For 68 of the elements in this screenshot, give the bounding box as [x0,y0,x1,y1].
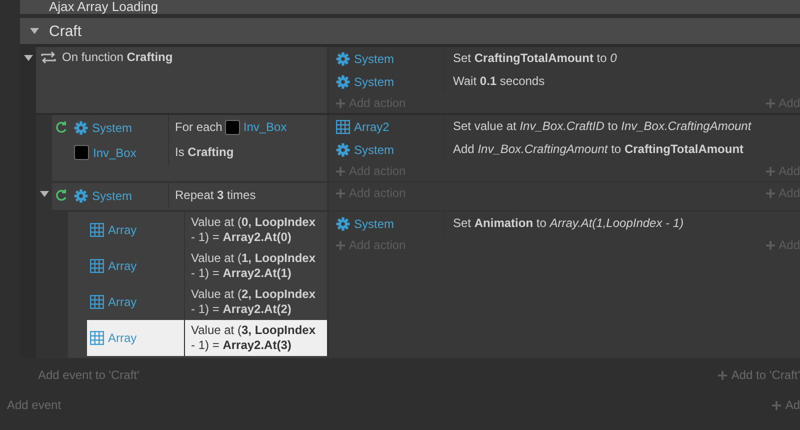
condition-row[interactable]: Array Value at (3, LoopIndex - 1) = Array2.At(3) [87,320,327,356]
condition-text: Value at (0, LoopIndex - 1) = Array2.At(0) [191,215,317,245]
plus-icon [718,370,728,380]
collapse-caret-icon[interactable] [24,54,32,63]
condition-row[interactable]: Array Value at (1, LoopIndex - 1) = Array2.At(1) [87,248,327,284]
object-name: System [354,74,394,88]
gear-icon [336,216,350,230]
group-header[interactable]: Ajax Array Loading [20,0,800,14]
condition-text: Repeat 3 times [175,188,256,203]
object-name: System [354,52,394,66]
object-name: Inv_Box [93,146,136,160]
action-text: Set CraftingTotalAmount to 0 [452,50,617,67]
action-row[interactable]: System Wait 0.1 seconds [329,70,800,93]
object-name: System [92,120,132,134]
sprite-icon [225,120,240,135]
collapse-caret-icon[interactable] [40,190,48,199]
action-text: Set Animation to Array.At(1,LoopIndex - 1) [452,215,684,232]
group-header[interactable]: Craft [20,18,800,44]
collapse-caret-icon[interactable] [30,26,39,36]
action-text: Wait 0.1 seconds [452,73,545,90]
object-name: Array [108,331,137,345]
grid-icon [90,295,104,309]
gear-icon [74,188,88,202]
plus-icon [336,98,345,108]
object-name: Array [108,295,137,309]
object-name: Array [108,259,137,273]
group-title: Ajax Array Loading [49,0,158,14]
sprite-icon [74,145,89,160]
plus-icon [336,188,345,198]
action-row[interactable]: System Set CraftingTotalAmount to 0 [329,47,800,70]
plus-icon [766,188,775,198]
condition-text: Value at (1, LoopIndex - 1) = Array2.At(1) [191,251,317,281]
plus-icon [336,240,345,250]
action-text: Set value at Inv_Box.CraftID to Inv_Box.CraftingAmount [452,118,752,135]
condition-text: Value at (3, LoopIndex - 1) = Array2.At(3) [191,323,317,353]
gear-icon [336,52,350,66]
object-name: Inv_Box [243,120,287,135]
grid-icon [90,331,104,345]
action-row[interactable]: Array2 Set value at Inv_Box.CraftID to Inv_Box.CraftingAmount [329,115,800,138]
condition-row[interactable]: Array Value at (0, LoopIndex - 1) = Array2.At(0) [87,212,327,248]
action-row[interactable]: System Add Inv_Box.CraftingAmount to CraftingTotalAmount [329,138,800,161]
condition-text: Is Crafting [175,145,234,160]
plus-icon [772,400,782,410]
object-name: Array2 [354,120,390,134]
plus-icon [766,166,775,176]
swap-arrows-icon [41,51,56,64]
action-text: Add Inv_Box.CraftingAmount to CraftingTotalAmount [452,141,744,158]
object-name: System [354,142,394,156]
plus-icon [766,240,775,250]
gear-icon [336,74,350,88]
grid-icon [336,120,350,134]
grid-icon [90,223,104,237]
condition-text: Value at (2, LoopIndex - 1) = Array2.At(2) [191,287,317,317]
grid-icon [90,259,104,273]
condition-text: On function Crafting [62,50,173,64]
group-title: Craft [49,22,82,40]
action-row[interactable]: System Set Animation to Array.At(1,LoopIndex - 1) [329,212,800,235]
plus-icon [766,98,775,108]
plus-icon [336,166,345,176]
object-name: System [354,216,394,230]
gear-icon [336,142,350,156]
gear-icon [74,120,88,134]
condition-row[interactable]: Inv_Box Is Crafting [71,140,327,165]
event-block[interactable] [68,212,800,358]
object-name: Array [108,223,137,237]
object-name: System [92,188,132,202]
condition-row[interactable]: System For each Inv_Box [71,115,327,140]
condition-text: For each [175,120,222,135]
